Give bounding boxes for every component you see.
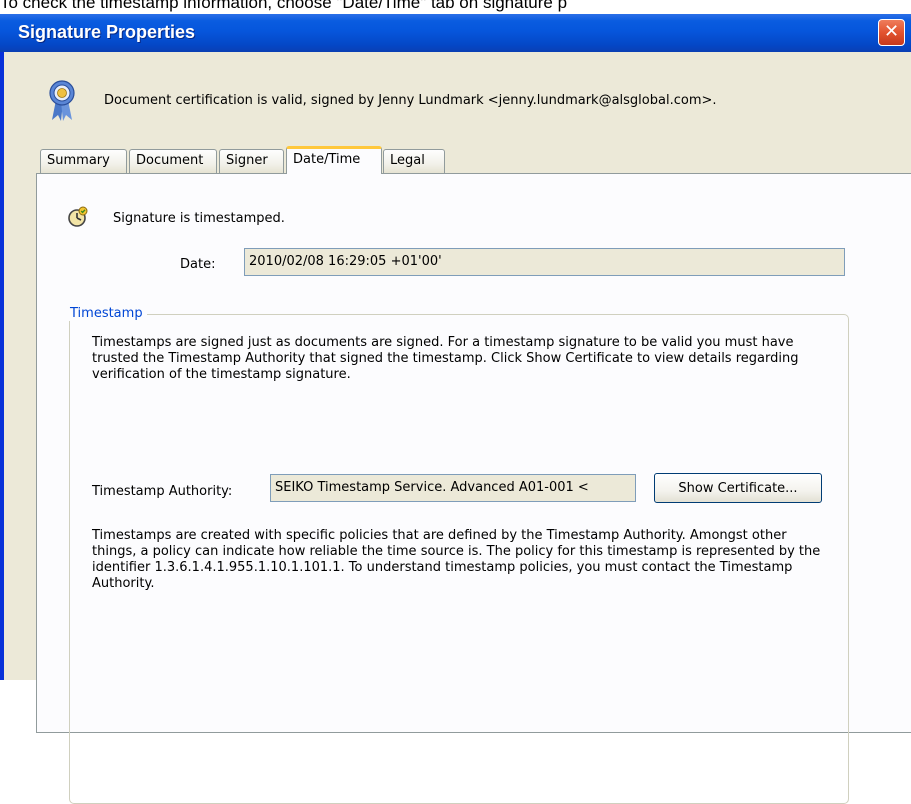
timestamp-clock-icon <box>68 206 88 227</box>
tab-signer[interactable]: Signer <box>219 149 284 173</box>
signature-properties-dialog: Signature Properties ✕ Document certific… <box>0 14 911 804</box>
date-label: Date: <box>180 257 216 272</box>
timestamp-legend: Timestamp <box>66 306 147 321</box>
title-bar[interactable]: Signature Properties ✕ <box>0 14 911 52</box>
timestamp-policy-text: Timestamps are created with specific pol… <box>92 528 821 591</box>
tab-date-time[interactable]: Date/Time <box>286 146 382 174</box>
date-time-panel: Signature is timestamped. Date: 2010/02/… <box>36 173 911 804</box>
window-title: Signature Properties <box>18 22 196 42</box>
date-field[interactable]: 2010/02/08 16:29:05 +01'00' <box>244 248 845 276</box>
close-icon: ✕ <box>883 21 900 42</box>
timestamp-description: Timestamps are signed just as documents … <box>92 335 799 382</box>
timestamp-authority-field[interactable]: SEIKO Timestamp Service. Advanced A01-00… <box>270 474 636 502</box>
certificate-ribbon-icon <box>49 80 75 121</box>
tab-legal[interactable]: Legal <box>383 149 445 173</box>
timestamp-status: Signature is timestamped. <box>113 211 285 226</box>
dialog-body: Document certification is valid, signed … <box>4 52 911 804</box>
certification-status: Document certification is valid, signed … <box>104 93 717 108</box>
tab-summary[interactable]: Summary <box>40 149 127 173</box>
timestamp-authority-label: Timestamp Authority: <box>92 484 233 499</box>
timestamp-groupbox: Timestamp Timestamps are signed just as … <box>66 306 849 804</box>
page-caption: To check the timestamp information, choo… <box>0 0 568 12</box>
close-button[interactable]: ✕ <box>878 19 905 46</box>
tab-document[interactable]: Document <box>129 149 217 173</box>
show-certificate-button[interactable]: Show Certificate... <box>654 473 822 503</box>
